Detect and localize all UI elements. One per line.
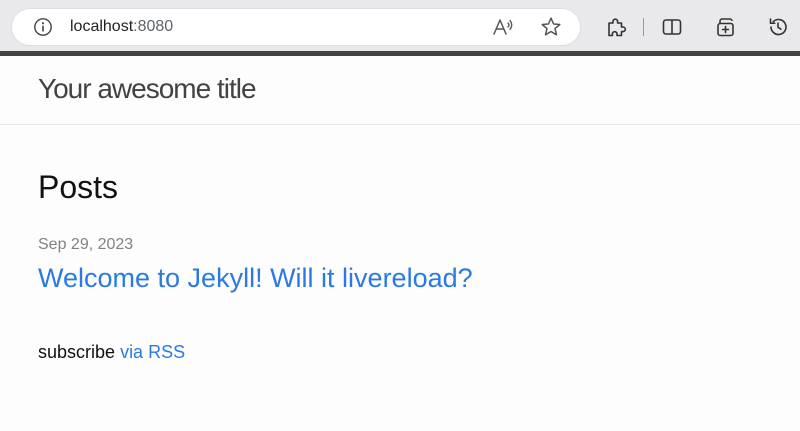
url-port: :8080 bbox=[133, 18, 174, 35]
rss-subscribe-text: subscribe bbox=[38, 342, 116, 362]
favorite-icon[interactable] bbox=[539, 15, 563, 39]
address-bar[interactable]: localhost:8080 bbox=[12, 9, 580, 45]
posts-heading: Posts bbox=[38, 169, 119, 205]
collections-icon[interactable] bbox=[714, 15, 738, 39]
browser-toolbar: localhost:8080 bbox=[0, 0, 800, 51]
post-date: Sep 29, 2023 bbox=[38, 236, 134, 253]
site-header: Your awesome title bbox=[0, 56, 800, 125]
toolbar-divider bbox=[643, 18, 644, 36]
split-screen-icon[interactable] bbox=[660, 15, 684, 39]
url-host: localhost bbox=[70, 18, 134, 35]
rss-subscribe: subscribe via RSS bbox=[38, 342, 185, 363]
post-title-link[interactable]: Welcome to Jekyll! Will it livereload? bbox=[38, 263, 473, 294]
read-aloud-icon[interactable] bbox=[491, 15, 515, 39]
site-title-link[interactable]: Your awesome title bbox=[38, 73, 257, 105]
info-icon[interactable] bbox=[33, 17, 53, 37]
rss-link[interactable]: via RSS bbox=[120, 342, 185, 362]
url-text[interactable]: localhost:8080 bbox=[70, 18, 173, 36]
history-icon[interactable] bbox=[766, 15, 790, 39]
extensions-icon[interactable] bbox=[604, 15, 628, 39]
